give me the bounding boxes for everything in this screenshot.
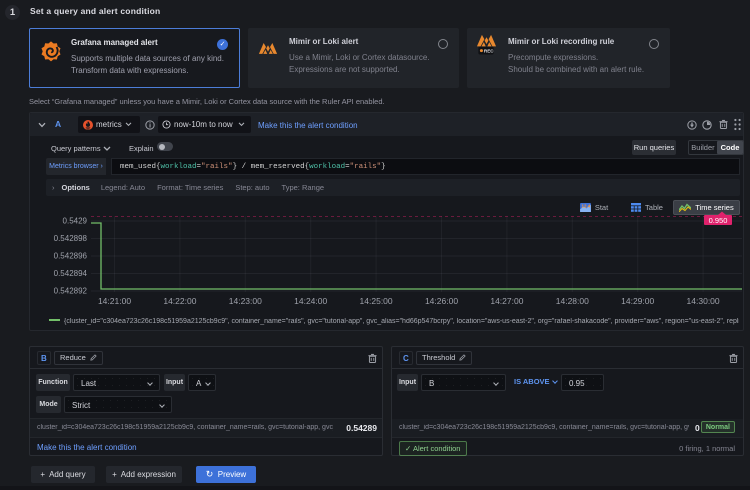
svg-text:14:25:00: 14:25:00 (360, 296, 393, 306)
svg-text:0.542898: 0.542898 (54, 234, 88, 243)
svg-text:14:30:00: 14:30:00 (687, 296, 720, 306)
svg-text:14:27:00: 14:27:00 (490, 296, 523, 306)
svg-text:14:23:00: 14:23:00 (229, 296, 262, 306)
svg-text:14:29:00: 14:29:00 (621, 296, 654, 306)
svg-text:12.4: 12.4 (581, 203, 590, 208)
svg-text:0.542896: 0.542896 (54, 252, 88, 261)
svg-text:14:21:00: 14:21:00 (98, 296, 131, 306)
svg-text:0.950: 0.950 (709, 216, 728, 225)
svg-text:14:26:00: 14:26:00 (425, 296, 458, 306)
svg-text:REC: REC (484, 49, 494, 54)
svg-text:14:22:00: 14:22:00 (163, 296, 196, 306)
svg-text:0.542894: 0.542894 (54, 269, 88, 278)
svg-text:0.5429: 0.5429 (63, 217, 88, 226)
svg-text:14:24:00: 14:24:00 (294, 296, 327, 306)
svg-text:14:28:00: 14:28:00 (556, 296, 589, 306)
svg-text:0.542892: 0.542892 (54, 287, 88, 296)
